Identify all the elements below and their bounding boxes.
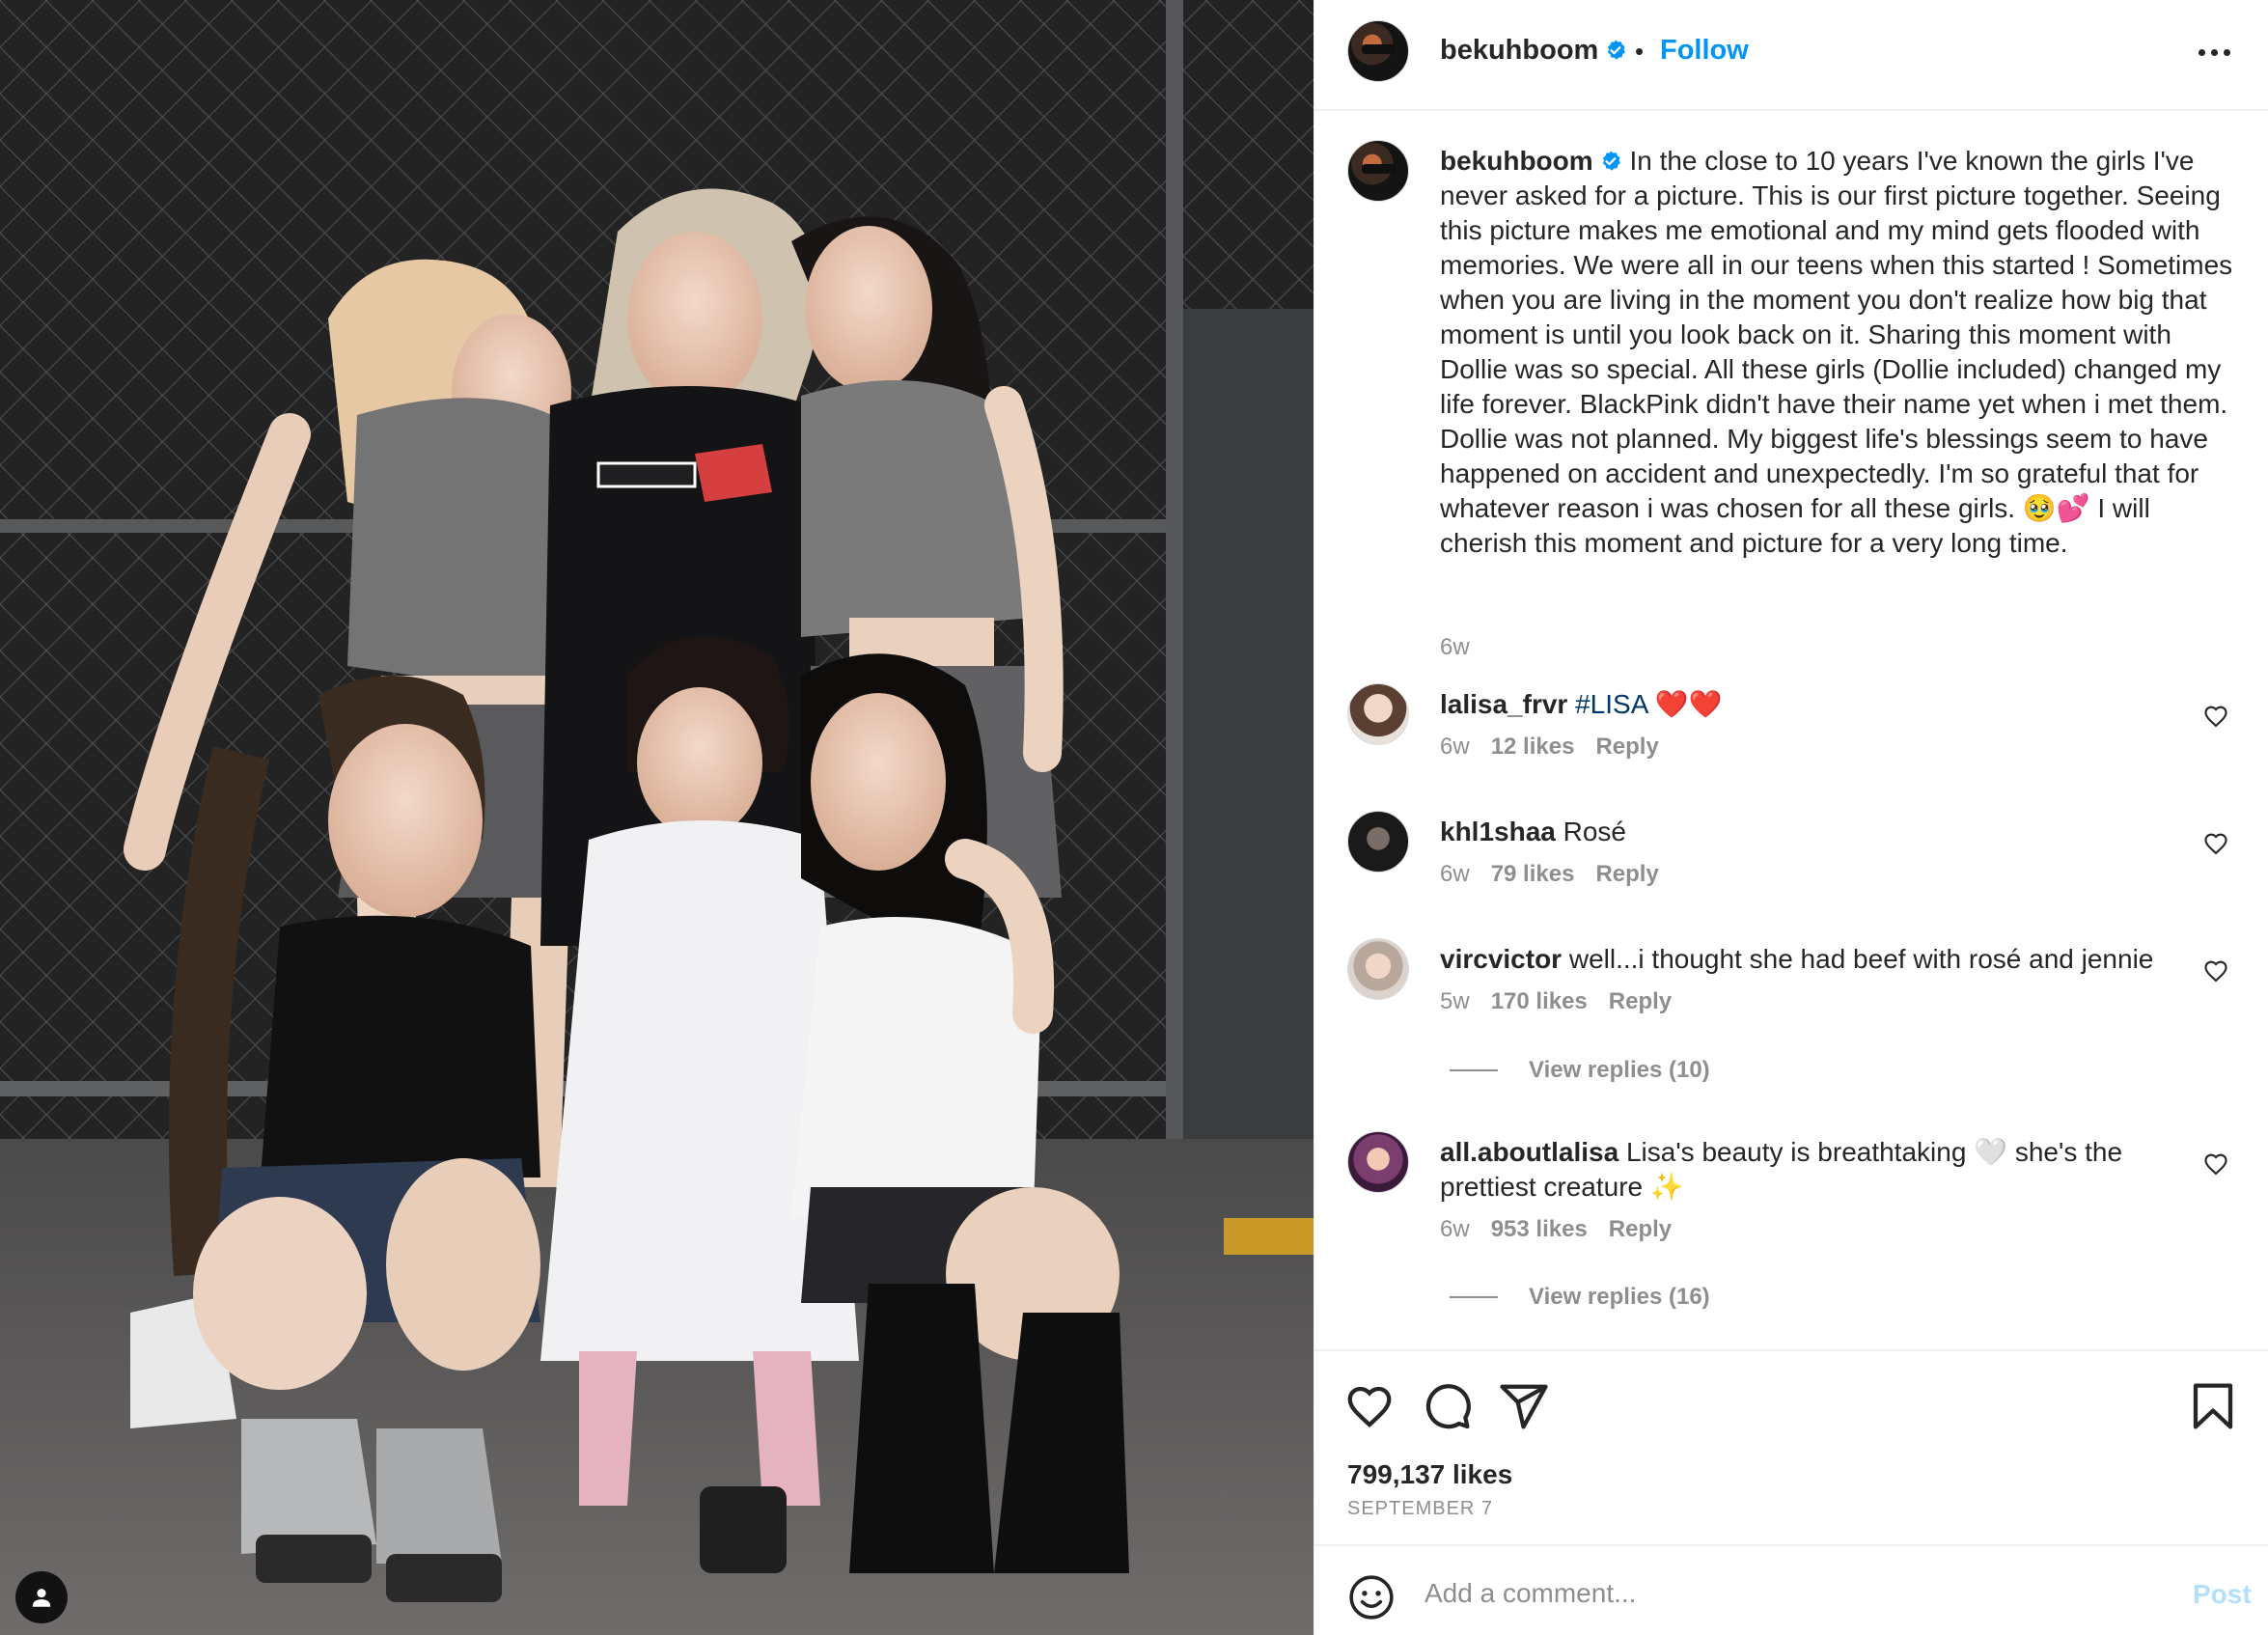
comment-time[interactable]: 6w: [1440, 1216, 1470, 1242]
tagged-user-button[interactable]: [15, 1571, 68, 1623]
caption-username[interactable]: bekuhboom: [1440, 146, 1593, 176]
caption-author-avatar[interactable]: [1347, 140, 1409, 202]
comment-meta: 6w 79 likes Reply: [1440, 861, 1680, 888]
post-side-panel: bekuhboom • Follow bekuhboom In the clos…: [1314, 0, 2268, 1635]
reply-button[interactable]: Reply: [1609, 988, 1672, 1014]
like-comment-heart-icon[interactable]: [2202, 957, 2229, 984]
bookmark-icon[interactable]: [2187, 1380, 2239, 1432]
commenter-username[interactable]: khl1shaa: [1440, 817, 1556, 846]
reply-button[interactable]: Reply: [1609, 1216, 1672, 1242]
like-comment-heart-icon[interactable]: [2202, 1150, 2229, 1178]
header-separator: •: [1635, 37, 1645, 66]
comment-meta: 6w 12 likes Reply: [1440, 734, 1680, 761]
tagged-user-icon: [32, 1589, 51, 1607]
commenter-avatar[interactable]: [1347, 938, 1409, 1000]
follow-button[interactable]: Follow: [1660, 35, 1749, 67]
comment-composer: Post: [1314, 1544, 2268, 1635]
commenter-avatar[interactable]: [1347, 811, 1409, 873]
group-photo-illustration: [0, 0, 1314, 1635]
author-username[interactable]: bekuhboom: [1440, 35, 1627, 67]
caption-body: In the close to 10 years I've known the …: [1440, 146, 2233, 558]
comment-body: Rosé: [1563, 817, 1627, 846]
commenter-username[interactable]: all.aboutlalisa: [1440, 1137, 1618, 1167]
replies-divider: [1450, 1069, 1498, 1071]
comment-icon[interactable]: [1421, 1380, 1473, 1432]
heart-icon[interactable]: [1343, 1380, 1396, 1432]
comment-likes[interactable]: 953 likes: [1491, 1216, 1588, 1242]
comment-body[interactable]: #LISA ❤️❤️: [1575, 689, 1722, 719]
comment-likes[interactable]: 12 likes: [1491, 734, 1575, 760]
comment-text: khl1shaa Rosé: [1440, 815, 2193, 849]
comment-meta: 5w 170 likes Reply: [1440, 988, 1693, 1015]
commenter-avatar[interactable]: [1347, 1131, 1409, 1193]
view-replies-label[interactable]: View replies (10): [1529, 1057, 1710, 1084]
like-comment-heart-icon[interactable]: [2202, 703, 2229, 730]
comment-meta: 6w 953 likes Reply: [1440, 1216, 1693, 1243]
caption-timestamp[interactable]: 6w: [1440, 634, 1470, 661]
post-actions: 799,137 likes SEPTEMBER 7: [1314, 1349, 2268, 1542]
view-replies-label[interactable]: View replies (16): [1529, 1284, 1710, 1311]
verified-badge-icon: [1602, 151, 1620, 171]
comments-list[interactable]: bekuhboom In the close to 10 years I've …: [1314, 113, 2268, 1350]
comment-time[interactable]: 5w: [1440, 988, 1470, 1014]
more-icon: [2198, 48, 2205, 56]
reply-button[interactable]: Reply: [1595, 861, 1658, 887]
share-icon[interactable]: [1498, 1380, 1550, 1432]
comment-likes[interactable]: 170 likes: [1491, 988, 1588, 1014]
post-header: bekuhboom • Follow: [1314, 0, 2268, 111]
verified-badge-icon: [1608, 40, 1626, 60]
more-options-button[interactable]: [2185, 33, 2243, 71]
caption-text: bekuhboom In the close to 10 years I've …: [1440, 144, 2241, 561]
commenter-username[interactable]: lalisa_frvr: [1440, 689, 1567, 719]
post-like-count[interactable]: 799,137 likes: [1347, 1459, 1512, 1490]
comment-body: well...i thought she had beef with rosé …: [1568, 944, 2154, 974]
reply-button[interactable]: Reply: [1595, 734, 1658, 760]
comment-time[interactable]: 6w: [1440, 861, 1470, 887]
comment-time[interactable]: 6w: [1440, 734, 1470, 760]
author-avatar[interactable]: [1347, 20, 1409, 82]
post-date[interactable]: SEPTEMBER 7: [1347, 1498, 1493, 1520]
post-photo[interactable]: [0, 0, 1314, 1635]
emoji-icon[interactable]: [1347, 1573, 1396, 1621]
view-replies-button[interactable]: View replies (10): [1450, 1057, 1710, 1084]
view-replies-button[interactable]: View replies (16): [1450, 1284, 1710, 1311]
comment-text: all.aboutlalisa Lisa's beauty is breatht…: [1440, 1135, 2193, 1205]
comment-likes[interactable]: 79 likes: [1491, 861, 1575, 887]
commenter-username[interactable]: vircvictor: [1440, 944, 1562, 974]
post-comment-button[interactable]: Post: [2193, 1579, 2252, 1610]
replies-divider: [1450, 1296, 1498, 1298]
comment-input[interactable]: [1424, 1571, 2100, 1616]
like-comment-heart-icon[interactable]: [2202, 830, 2229, 857]
commenter-avatar[interactable]: [1347, 683, 1409, 745]
comment-text: lalisa_frvr #LISA ❤️❤️: [1440, 687, 2193, 722]
comment-text: vircvictor well...i thought she had beef…: [1440, 942, 2193, 977]
